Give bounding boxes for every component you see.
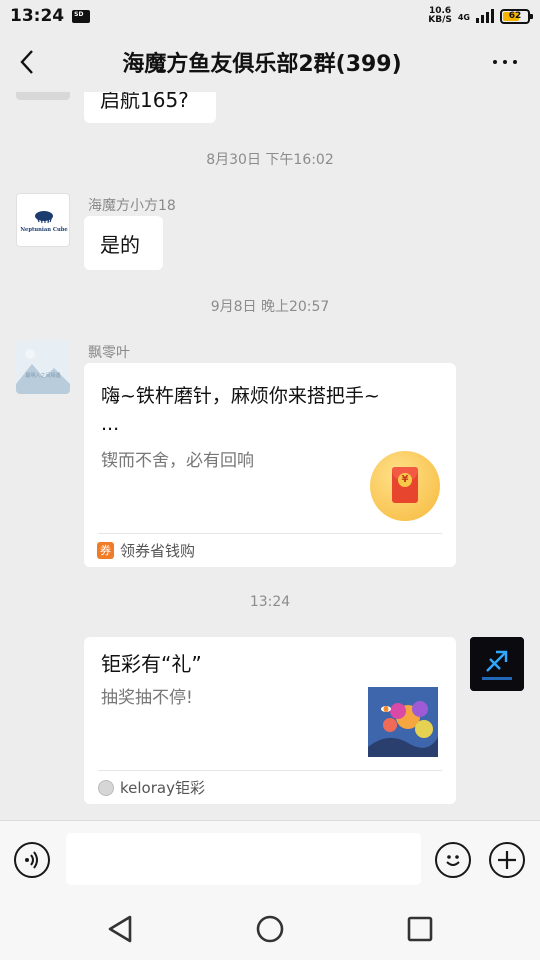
message-bubble[interactable]: 是的 [84,216,163,270]
back-button[interactable] [0,32,54,92]
timestamp: 8月30日 下午16:02 [206,152,334,168]
voice-icon [25,851,38,869]
system-home-button[interactable] [253,912,287,946]
system-navigation-bar [0,898,540,960]
card-description: 抽奖抽不停! [101,688,193,708]
card-description: 锲而不舍，必有回响 [101,451,254,471]
message-bubble-partial[interactable]: 启航165? [84,92,216,123]
avatar-piaolingye[interactable]: 聪明人之间相遇 [16,340,70,394]
message-input[interactable] [66,833,421,885]
plus-button[interactable] [489,842,525,878]
card-title-ellipsis: ... [101,413,120,435]
signal-icon [476,9,494,23]
share-card[interactable]: 嗨~铁杵磨针，麻烦你来搭把手~ ... 锲而不舍，必有回响 ¥ 券 领券省钱购 [84,363,456,567]
input-bar [0,820,540,898]
network-generation: 4G [457,13,470,22]
chat-title: 海魔方鱼友俱乐部2群(399) [122,52,402,77]
card-footer: keloray钜彩 [98,770,442,804]
share-card-self[interactable]: 钜彩有“礼” 抽奖抽不停! keloray钜彩 [84,637,456,804]
sd-card-icon: SD [72,9,91,23]
voice-button[interactable] [14,842,50,878]
emoji-button[interactable] [435,842,471,878]
timestamp: 13:24 [249,594,291,610]
square-recents-icon [407,916,433,942]
more-dots-icon [490,60,520,64]
emoji-icon [446,855,460,866]
avatar-haimofang[interactable]: Neptunian Cube [16,193,70,247]
coral-reef-thumbnail [368,687,438,757]
message-text: 启航165? [100,92,189,112]
battery-icon: 62 [500,8,533,24]
status-indicators: 10.6 KB/S 4G 62 [428,6,533,25]
source-logo-icon [98,779,114,796]
landscape-placeholder-icon: 聪明人之间相遇 [16,340,70,394]
card-title: 钜彩有“礼” [101,652,202,676]
system-back-button[interactable] [103,912,137,946]
sender-name: 飘零叶 [88,345,130,361]
timestamp: 9月8日 晚上20:57 [210,299,330,315]
svg-text:聪明人之间相遇: 聪明人之间相遇 [25,372,60,379]
card-source: keloray钜彩 [120,779,205,797]
message-list[interactable]: 启航165? 8月30日 下午16:02 Neptunian Cube 海魔方小… [0,92,540,820]
more-options-button[interactable] [470,32,540,92]
battery-level: 62 [508,11,522,21]
system-recents-button[interactable] [403,912,437,946]
sagittarius-icon [470,637,524,691]
status-bar: 13:24 SD 10.6 KB/S 4G 62 [0,0,540,32]
circle-home-icon [256,915,284,943]
status-time: 13:24 [10,6,65,26]
svg-text:Neptunian Cube: Neptunian Cube [20,227,68,233]
neptunian-cube-logo-icon: Neptunian Cube [20,211,68,233]
sender-name: 海魔方小方18 [88,198,176,214]
card-title: 嗨~铁杵磨针，麻烦你来搭把手~ [101,385,380,407]
network-speed: 10.6 KB/S [428,6,452,25]
card-footer: 券 领券省钱购 [97,533,442,567]
message-text: 是的 [100,233,140,257]
plus-icon [498,851,516,869]
card-source: 领券省钱购 [120,542,196,560]
avatar-self[interactable] [470,637,524,691]
chat-header: 海魔方鱼友俱乐部2群(399) [0,32,540,92]
coupon-icon: 券 [97,542,114,559]
avatar-partial[interactable] [16,92,70,100]
triangle-back-icon [108,915,132,943]
red-packet-icon: ¥ [370,451,440,521]
chevron-left-icon [20,50,33,74]
